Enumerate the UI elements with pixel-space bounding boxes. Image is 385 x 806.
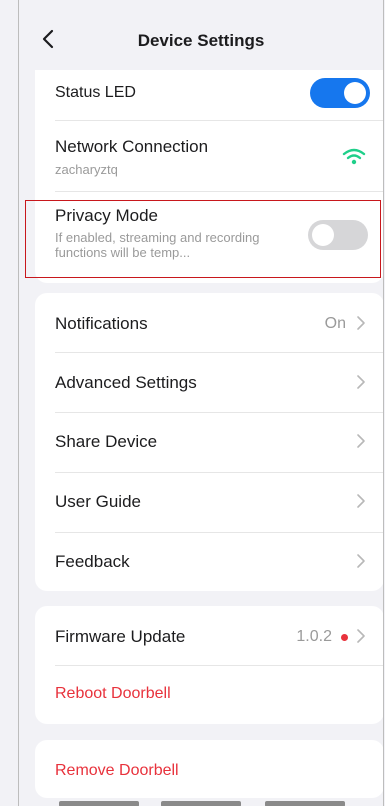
network-connection-row[interactable]: Network Connection zacharyztq [35, 121, 383, 191]
update-dot-badge [341, 634, 348, 641]
menu-item-label: Share Device [55, 432, 158, 451]
reboot-doorbell-row[interactable]: Reboot Doorbell [35, 666, 383, 724]
menu-item-share-device[interactable]: Share Device [35, 413, 383, 472]
firmware-version: 1.0.2 [296, 628, 332, 645]
chevron-right-icon [357, 316, 365, 330]
firmware-update-row[interactable]: Firmware Update 1.0.2 [35, 606, 383, 665]
menu-item-notifications[interactable]: Notifications On [35, 293, 383, 352]
privacy-mode-highlight [25, 200, 381, 278]
remove-card: Remove Doorbell [35, 740, 383, 798]
settings-screen: Device Settings Status LED Network Conne… [18, 0, 384, 806]
chevron-right-icon [357, 434, 365, 448]
menu-item-label: Notifications [55, 314, 148, 333]
menu-item-feedback[interactable]: Feedback [35, 533, 383, 591]
remove-doorbell-row[interactable]: Remove Doorbell [35, 740, 383, 798]
notifications-value: On [324, 315, 346, 332]
remove-doorbell-button[interactable]: Remove Doorbell [55, 762, 179, 780]
bottom-bar-segment [161, 801, 241, 806]
menu-item-label: User Guide [55, 492, 141, 511]
bottom-bar-segment [59, 801, 139, 806]
network-ssid: zacharyztq [55, 162, 118, 177]
status-led-row: Status LED [35, 70, 383, 120]
menu-item-advanced-settings[interactable]: Advanced Settings [35, 353, 383, 412]
status-led-toggle[interactable] [310, 78, 370, 108]
firmware-card: Firmware Update 1.0.2 Reboot Doorbell [35, 606, 383, 724]
firmware-update-label: Firmware Update [55, 627, 186, 646]
toggle-knob [344, 82, 366, 104]
settings-menu-card: Notifications On Advanced Settings Share… [35, 293, 383, 591]
reboot-doorbell-button[interactable]: Reboot Doorbell [55, 685, 171, 703]
menu-item-label: Advanced Settings [55, 373, 197, 392]
header: Device Settings [19, 0, 383, 70]
chevron-right-icon [357, 629, 365, 643]
page-title: Device Settings [137, 31, 265, 50]
status-led-label: Status LED [55, 84, 136, 101]
chevron-right-icon [357, 494, 365, 508]
chevron-right-icon [357, 375, 365, 389]
bottom-bar-segment [265, 801, 345, 806]
menu-item-user-guide[interactable]: User Guide [35, 473, 383, 532]
network-connection-label: Network Connection [55, 137, 209, 156]
chevron-right-icon [357, 554, 365, 568]
wifi-icon [342, 148, 366, 165]
menu-item-label: Feedback [55, 552, 130, 571]
